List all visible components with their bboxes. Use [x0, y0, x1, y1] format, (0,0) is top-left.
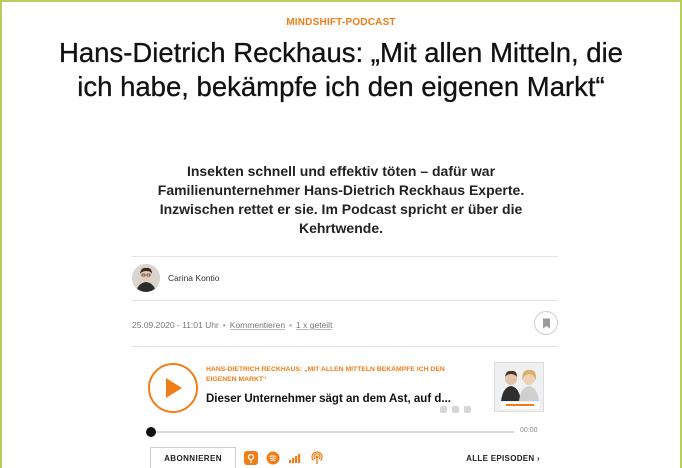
podcast-episode-series[interactable]: HANS-DIETRICH RECKHAUS: „MIT ALLEN MITTE… — [206, 365, 461, 385]
podcast-rss-icon[interactable] — [310, 451, 324, 465]
playback-time: 00:00 — [520, 427, 538, 434]
download-icon[interactable] — [452, 406, 459, 413]
spotify-icon[interactable] — [266, 451, 280, 465]
podcast-episode-title[interactable]: Dieser Unternehmer sägt an dem Ast, auf … — [206, 393, 481, 405]
article-kicker[interactable]: MINDSHIFT-PODCAST — [0, 17, 682, 28]
author-avatar[interactable] — [132, 264, 160, 292]
play-icon — [166, 378, 182, 398]
all-episodes-link[interactable]: ALLE EPISODEN › — [466, 454, 540, 463]
more-icon[interactable] — [464, 406, 471, 413]
divider — [132, 300, 558, 301]
meta-separator: • — [222, 320, 226, 330]
bookmark-icon — [542, 318, 550, 328]
author-name[interactable]: Carina Kontio — [168, 273, 220, 283]
article-meta: 25.09.2020 - 11:01 Uhr • Kommentieren • … — [132, 311, 558, 335]
podcast-cover-image — [494, 362, 544, 412]
comments-link[interactable]: Kommentieren — [230, 320, 285, 330]
progress-handle[interactable] — [146, 427, 156, 437]
progress-track[interactable] — [150, 431, 514, 433]
subscribe-button[interactable]: ABONNIEREN — [150, 447, 236, 468]
shares-link[interactable]: 1 x geteilt — [296, 320, 332, 330]
apple-podcasts-icon[interactable] — [244, 451, 258, 465]
article-teaser: Insekten schnell und effektiv töten – da… — [157, 163, 525, 236]
deezer-icon[interactable] — [288, 451, 302, 465]
play-button[interactable] — [148, 363, 198, 413]
divider — [132, 256, 558, 257]
divider — [132, 346, 558, 347]
player-share-icons — [440, 406, 471, 413]
publish-date: 25.09.2020 - 11:01 Uhr — [132, 320, 219, 330]
meta-separator: • — [289, 320, 293, 330]
article-headline: Hans-Dietrich Reckhaus: „Mit allen Mitte… — [59, 37, 623, 102]
podcast-player: HANS-DIETRICH RECKHAUS: „MIT ALLEN MITTE… — [146, 356, 546, 468]
author-byline[interactable]: Carina Kontio — [132, 263, 220, 293]
platform-links — [244, 451, 324, 465]
share-icon[interactable] — [440, 406, 447, 413]
bookmark-button[interactable] — [534, 311, 558, 335]
